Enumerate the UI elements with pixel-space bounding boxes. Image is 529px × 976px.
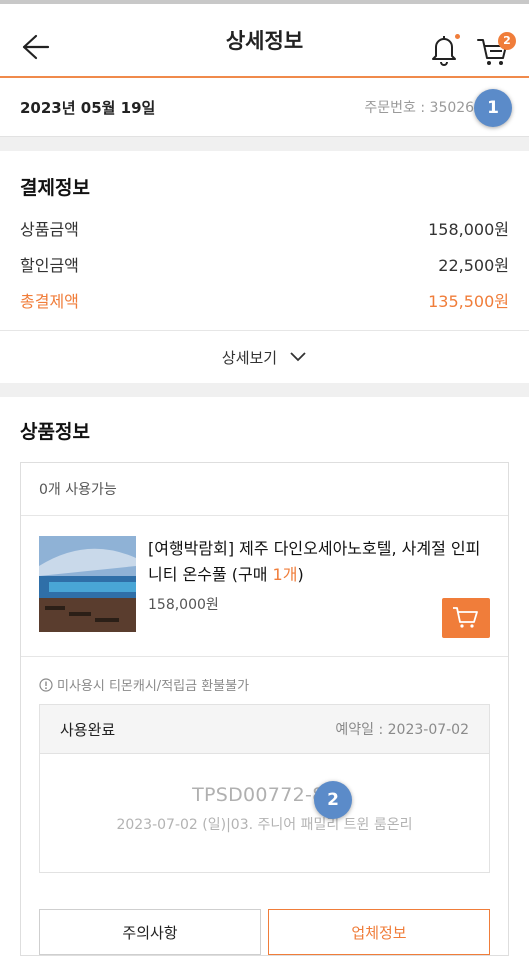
payment-row-product: 상품금액 158,000원	[20, 210, 509, 246]
view-details-label: 상세보기	[221, 348, 278, 367]
product-name: [여행박람회] 제주 다인오세아노호텔, 사계절 인피니티 온수풀 (구매 1개…	[148, 536, 490, 588]
usage-header: 사용완료 예약일 : 2023-07-02	[40, 705, 489, 754]
caution-button[interactable]: 주의사항	[39, 909, 261, 955]
app-header: 상세정보 2	[0, 4, 529, 78]
product-qty: 1개	[272, 565, 298, 584]
payment-title: 결제정보	[20, 177, 90, 199]
product-price: 158,000원	[148, 597, 219, 613]
usage-status: 사용완료	[60, 720, 116, 739]
cart-icon	[453, 607, 478, 628]
order-number: 주문번호 : 350261	[364, 100, 483, 116]
vendor-info-button[interactable]: 업체정보	[268, 909, 490, 955]
product-info-section: 상품정보	[0, 397, 529, 462]
payment-row-total: 총결제액 135,500원	[20, 282, 509, 318]
product-name-end: )	[297, 565, 304, 584]
info-circle-icon	[39, 677, 53, 692]
ticket-info: TPSD00772-80 2023-07-02 (일)|03. 주니어 패밀리 …	[40, 754, 489, 872]
order-date: 2023년 05월 19일	[20, 98, 156, 117]
refund-notice-text: 미사용시 티몬캐시/적립금 환불불가	[57, 679, 250, 694]
annotation-marker-2: 2	[314, 781, 352, 819]
payment-value: 135,500원	[428, 292, 509, 311]
card-buttons: 주의사항 업체정보	[39, 909, 490, 955]
back-arrow-icon[interactable]	[20, 32, 50, 62]
chevron-down-icon	[290, 352, 306, 362]
payment-label: 상품금액	[20, 220, 79, 239]
payment-label: 할인금액	[20, 256, 79, 275]
product-info: [여행박람회] 제주 다인오세아노호텔, 사계절 인피니티 온수풀 (구매 1개…	[148, 536, 490, 632]
product-info-title: 상품정보	[20, 421, 90, 443]
refund-notice: 미사용시 티몬캐시/적립금 환불불가	[21, 657, 508, 704]
hotel-pool-thumbnail	[39, 536, 136, 632]
usable-count: 0개 사용가능	[21, 463, 508, 516]
payment-label: 총결제액	[20, 292, 79, 311]
payment-row-discount: 할인금액 22,500원	[20, 246, 509, 282]
cart-count-badge: 2	[498, 32, 516, 50]
product-name-text: [여행박람회] 제주 다인오세아노호텔, 사계절 인피니티 온수풀 (구매	[148, 539, 481, 584]
cart-button[interactable]: 2	[476, 32, 516, 68]
product-item[interactable]: [여행박람회] 제주 다인오세아노호텔, 사계절 인피니티 온수풀 (구매 1개…	[21, 516, 508, 657]
notification-bell-icon[interactable]	[430, 34, 460, 66]
payment-section: 결제정보 상품금액 158,000원 할인금액 22,500원 총결제액 135…	[0, 151, 529, 318]
view-details-button[interactable]: 상세보기	[0, 330, 529, 383]
reservation-date: 예약일 : 2023-07-02	[335, 722, 469, 738]
add-to-cart-button[interactable]	[442, 598, 490, 638]
section-divider	[0, 137, 529, 151]
ticket-code: TPSD00772-80	[192, 784, 337, 806]
ticket-detail: 2023-07-02 (일)|03. 주니어 패밀리 트윈 룸온리	[116, 817, 413, 833]
payment-value: 158,000원	[428, 220, 509, 239]
notification-dot	[455, 34, 460, 39]
payment-value: 22,500원	[438, 256, 509, 275]
section-divider	[0, 383, 529, 397]
product-card: 0개 사용가능 [여행박람회] 제주 다인오세아노호텔, 사계절 인피니티 온수…	[20, 462, 509, 956]
usage-box: 사용완료 예약일 : 2023-07-02 TPSD00772-80 2023-…	[39, 704, 490, 873]
order-date-bar: 2023년 05월 19일 주문번호 : 350261 1	[0, 78, 529, 137]
annotation-marker-1: 1	[474, 89, 512, 127]
